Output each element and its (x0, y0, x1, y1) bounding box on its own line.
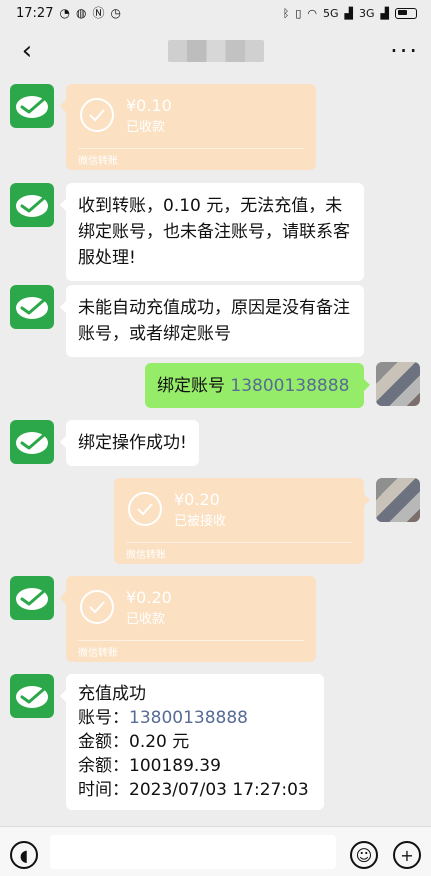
receipt-amount-row: 金额：0.20 元 (78, 730, 312, 754)
transfer-footer: 微信转账 (78, 648, 118, 659)
transfer-amount: ¥0.20 (174, 490, 220, 509)
input-bar: ◖ ☺ + (0, 826, 431, 876)
status-time: 17:27 (16, 5, 54, 21)
status-bar: 17:27 ◔ ◍ Ⓝ ◷ ᛒ ▯ ◠ 5G ▟ 3G ▟ (0, 0, 431, 26)
transfer-amount: ¥0.20 (126, 588, 172, 607)
divider (126, 542, 352, 543)
time-label: 时间： (78, 780, 129, 800)
more-dots-icon[interactable]: ··· (390, 37, 419, 65)
notification-icon: ◍ (75, 6, 87, 20)
check-logo-icon (16, 588, 48, 610)
divider (78, 640, 304, 641)
account-label: 账号： (78, 708, 129, 728)
wifi-icon: ◠ (307, 6, 317, 20)
alarm-icon: ◔ (59, 6, 70, 20)
check-circle-icon (80, 590, 114, 624)
message-bubble-self[interactable]: 绑定账号 13800138888 (145, 363, 370, 408)
transfer-status: 已收款 (126, 120, 166, 135)
avatar[interactable] (10, 183, 54, 227)
signal-1-label: 5G (323, 6, 339, 20)
signal-icon: ▟ (344, 6, 353, 20)
avatar[interactable] (10, 285, 54, 329)
vibrate-icon: ▯ (295, 6, 302, 20)
back-chevron-icon[interactable]: ‹ (12, 36, 42, 66)
receipt-account-row: 账号：13800138888 (78, 706, 312, 730)
transfer-status: 已收款 (126, 612, 166, 627)
receipt-time-row: 时间：2023/07/03 17:27:03 (78, 778, 312, 802)
transfer-footer: 微信转账 (126, 550, 166, 561)
message-text: 绑定账号 (157, 376, 231, 396)
check-logo-icon (16, 686, 48, 708)
balance-value: 100189.39 (129, 756, 221, 776)
message-bubble[interactable]: 绑定操作成功! (60, 420, 199, 466)
emoji-icon[interactable]: ☺ (350, 841, 378, 869)
transfer-amount: ¥0.10 (126, 96, 172, 115)
account-value[interactable]: 13800138888 (129, 708, 248, 728)
transfer-card[interactable]: ¥0.10 已收款 微信转账 (60, 84, 316, 170)
clock-icon: ◷ (110, 6, 121, 20)
voice-icon[interactable]: ◖ (10, 841, 38, 869)
transfer-card-self[interactable]: ¥0.20 已被接收 微信转账 (114, 478, 370, 564)
avatar[interactable] (10, 576, 54, 620)
check-logo-icon (16, 195, 48, 217)
check-circle-icon (80, 98, 114, 132)
avatar-self[interactable] (376, 362, 420, 406)
signal-2-label: 3G (359, 6, 375, 20)
signal-icon: ▟ (380, 6, 389, 20)
amount-value: 0.20 元 (129, 732, 190, 752)
message-bubble[interactable]: 收到转账，0.10 元，无法充值，未绑定账号，也未备注账号，请联系客服处理! (60, 183, 364, 281)
bluetooth-icon: ᛒ (282, 6, 290, 20)
avatar-self[interactable] (376, 478, 420, 522)
receipt-balance-row: 余额：100189.39 (78, 754, 312, 778)
chat-header: ‹ ··· (0, 26, 431, 76)
check-logo-icon (16, 297, 48, 319)
receipt-title: 充值成功 (78, 684, 146, 704)
check-logo-icon (16, 96, 48, 118)
phone-link[interactable]: 13800138888 (230, 376, 349, 396)
balance-label: 余额： (78, 756, 129, 776)
avatar[interactable] (10, 674, 54, 718)
plus-icon[interactable]: + (393, 841, 421, 869)
avatar[interactable] (10, 84, 54, 128)
time-value: 2023/07/03 17:27:03 (129, 780, 309, 800)
transfer-footer: 微信转账 (78, 156, 118, 167)
transfer-card[interactable]: ¥0.20 已收款 微信转账 (60, 576, 316, 662)
receipt-bubble[interactable]: 充值成功 账号：13800138888 金额：0.20 元 余额：100189.… (60, 674, 324, 810)
amount-label: 金额： (78, 732, 129, 752)
check-circle-icon (128, 492, 162, 526)
battery-icon (395, 7, 417, 19)
message-input[interactable] (50, 835, 336, 869)
check-logo-icon (16, 432, 48, 454)
message-bubble[interactable]: 未能自动充值成功，原因是没有备注账号，或者绑定账号 (60, 285, 364, 357)
nfc-icon: Ⓝ (92, 6, 105, 20)
avatar[interactable] (10, 420, 54, 464)
divider (78, 148, 304, 149)
chat-title-blurred (168, 40, 264, 62)
transfer-status: 已被接收 (174, 514, 227, 529)
